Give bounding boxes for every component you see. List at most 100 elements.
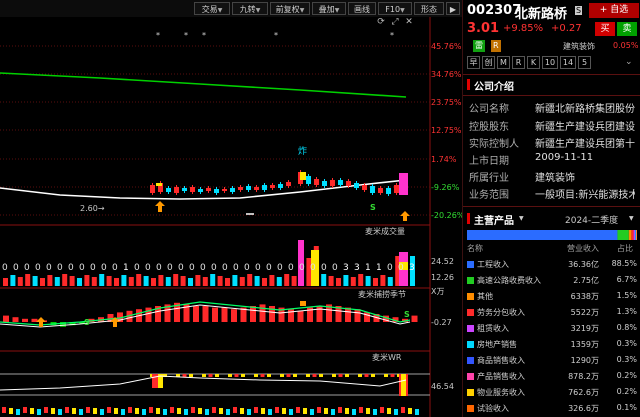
period-button[interactable]: 创 (482, 56, 495, 69)
volume-value: 0 (90, 263, 96, 273)
wr-bottom-bar (163, 409, 167, 415)
product-row[interactable]: 劳务分包收入 5522万 1.3% (463, 305, 640, 320)
candle-body (246, 186, 251, 190)
signal-star: * (202, 31, 206, 40)
candle-body (198, 189, 203, 192)
wr-bar (306, 374, 310, 377)
period-button[interactable]: R (512, 56, 525, 69)
wr-bottom-bar (2, 407, 6, 413)
wr-bar (228, 374, 232, 377)
sector-name[interactable]: 建筑装饰 (563, 41, 595, 52)
candle-body (330, 180, 335, 186)
wr-bar (280, 374, 284, 377)
wr-bottom-bar (9, 408, 13, 414)
signal-star: * (184, 31, 188, 40)
caret-down-icon[interactable]: ▼ (519, 215, 524, 222)
field-value[interactable]: 建筑装饰 (535, 169, 635, 184)
wr-bar (254, 374, 258, 377)
candle-body (230, 188, 235, 192)
badge-row: 雷 R 建筑装饰 0.05% (463, 39, 640, 53)
wr-bar (332, 374, 336, 377)
column-header: 名称 (467, 244, 483, 253)
product-name: 产品销售收入 (477, 372, 525, 381)
field-value[interactable]: 新疆生产建设兵团第十... (535, 135, 635, 150)
product-share: 6.7% (616, 275, 637, 284)
period-button[interactable]: 5 (578, 56, 591, 69)
thunder-badge[interactable]: 雷 (473, 40, 485, 52)
field-value[interactable]: 新疆北新路桥集团股份... (535, 100, 635, 115)
candle-body (222, 189, 227, 191)
volume-axis-label: 24.52 (431, 257, 454, 266)
product-row[interactable]: 租赁收入 3219万 0.8% (463, 321, 640, 336)
volume-value: 0 (310, 263, 316, 273)
period-button[interactable]: K (527, 56, 540, 69)
volume-bar (17, 277, 23, 286)
wr-bottom-bar (303, 408, 307, 414)
stock-code: 002307 (467, 3, 522, 18)
field-value[interactable]: 新疆生产建设兵团建设... (535, 118, 635, 133)
candle-body (386, 188, 391, 194)
product-row[interactable]: 其他 6338万 1.5% (463, 289, 640, 304)
field-label: 实际控制人 (469, 139, 519, 150)
money-panel-title: 麦米捕捞季节 (358, 290, 406, 299)
sell-signal-mark: S (84, 318, 90, 327)
wr-bar (364, 374, 369, 377)
period-button[interactable]: 10 (542, 56, 558, 69)
volume-value: 0 (101, 263, 107, 273)
product-color-swatch (467, 341, 474, 348)
volume-value: 1 (123, 263, 129, 273)
period-button[interactable]: 14 (560, 56, 576, 69)
product-share: 0.1% (616, 403, 637, 412)
product-row[interactable]: 商品销售收入 1290万 0.3% (463, 353, 640, 368)
product-revenue: 762.6万 (568, 388, 599, 397)
volume-value: 3 (409, 263, 415, 273)
product-share: 0.3% (616, 355, 637, 364)
share-bar-segment (617, 230, 629, 240)
product-row[interactable]: 工程收入 36.36亿 88.5% (463, 257, 640, 272)
money-flow-bar (3, 315, 9, 322)
field-label: 公司名称 (469, 104, 509, 115)
volume-value: 0 (112, 263, 118, 273)
wr-bar (234, 374, 239, 377)
product-row[interactable]: 产品销售收入 878.2万 0.2% (463, 369, 640, 384)
candle-body (182, 188, 187, 191)
wr-bar (319, 374, 323, 377)
product-row[interactable]: 试验收入 326.6万 0.1% (463, 401, 640, 416)
volume-value: 0 (222, 263, 228, 273)
company-field: 公司名称 新疆北新路桥集团股份... (463, 99, 640, 115)
money-flow-bar (22, 318, 28, 322)
wr-bar (208, 374, 213, 377)
volume-value: 0 (46, 263, 52, 273)
buy-button[interactable]: 买 (595, 22, 615, 36)
volume-bar (91, 277, 97, 286)
high-price-marker: 炸 (298, 147, 308, 157)
r-badge[interactable]: R (491, 40, 501, 52)
product-row[interactable]: 高速公路收费收入 2.75亿 6.7% (463, 273, 640, 288)
signal-star: * (390, 31, 394, 40)
chevron-down-icon[interactable]: ⌄ (625, 57, 633, 67)
signal-star: * (156, 31, 160, 40)
caret-down-icon[interactable]: ▼ (629, 215, 634, 222)
field-value[interactable]: 一般项目:新兴能源技术... (535, 186, 635, 201)
candle-body (262, 185, 267, 190)
product-color-swatch (467, 389, 474, 396)
wr-bottom-bar (359, 407, 363, 413)
volume-bar (387, 277, 393, 286)
period-button[interactable]: M (497, 56, 510, 69)
product-row[interactable]: 物业服务收入 762.6万 0.2% (463, 385, 640, 400)
volume-value: 0 (321, 263, 327, 273)
wr-bottom-bar (240, 408, 244, 414)
product-name: 其他 (477, 292, 493, 301)
product-row[interactable]: 房地产销售 1359万 0.3% (463, 337, 640, 352)
column-header: 占比 (617, 244, 633, 253)
money-flow-bar (12, 317, 19, 322)
stock-info-panel: 002307 北新路桥 S + 自选 3.01 +9.85% +0.27 买 卖… (462, 0, 640, 417)
wr-line (0, 375, 407, 391)
period-button[interactable]: 早 (467, 56, 480, 69)
add-favorite-button[interactable]: + 自选 (589, 3, 639, 18)
wr-bottom-bar (16, 409, 20, 415)
wr-bottom-bar (226, 409, 230, 415)
sell-button[interactable]: 卖 (617, 22, 637, 36)
period-select[interactable]: 2024-二季度 (565, 213, 618, 226)
axis-label: 12.75% (431, 126, 462, 135)
